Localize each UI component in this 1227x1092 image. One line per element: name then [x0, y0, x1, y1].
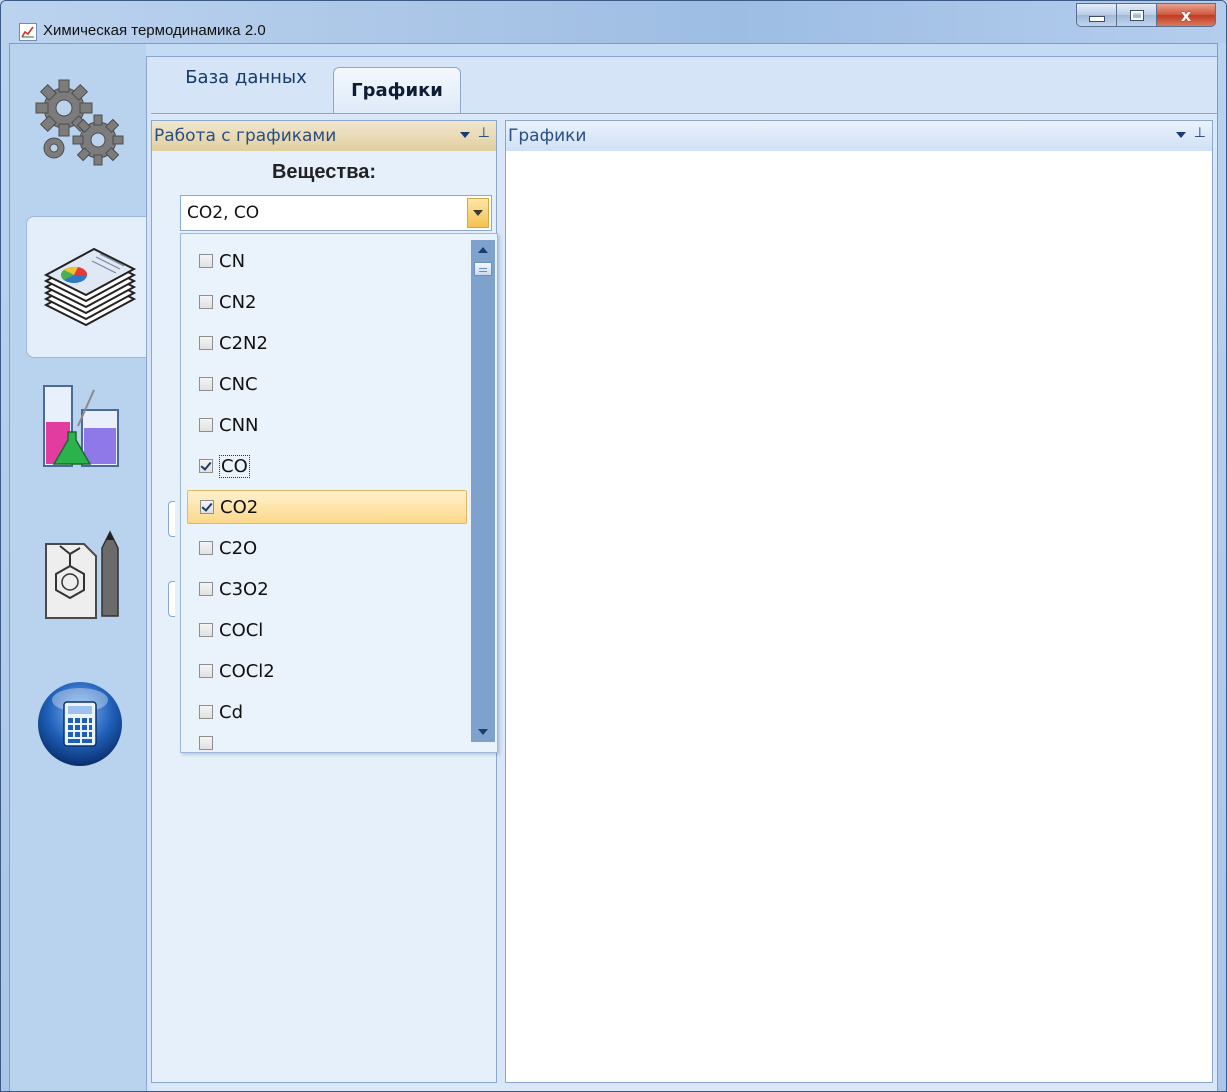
list-item-label: C3O2 — [219, 578, 269, 600]
list-item[interactable]: CO — [187, 449, 467, 483]
checkbox[interactable] — [199, 336, 213, 350]
window-title: Химическая термодинамика 2.0 — [43, 22, 266, 39]
molecule-pencil-icon — [45, 530, 119, 619]
chevron-down-icon — [473, 210, 483, 216]
list-item-label: CNN — [219, 414, 259, 436]
sidebar — [10, 44, 149, 1091]
list-item-label: CO2 — [220, 496, 259, 518]
charts-stack-icon — [43, 247, 137, 327]
tab-graphs-label: Графики — [351, 80, 443, 101]
list-item[interactable]: C2O — [187, 531, 467, 565]
list-item[interactable]: COCl2 — [187, 654, 467, 688]
checkbox[interactable] — [199, 705, 213, 719]
list-item-highlighted[interactable]: CO2 — [187, 490, 467, 524]
graphs-panel: Графики ⊥ — [505, 120, 1213, 1083]
sidebar-item-structure-editor[interactable] — [24, 512, 136, 632]
list-item[interactable]: Cd — [187, 695, 467, 729]
gears-icon — [35, 79, 124, 166]
substances-label: Вещества: — [271, 161, 377, 183]
checkbox[interactable] — [199, 254, 213, 268]
chevron-up-icon — [478, 247, 488, 253]
tab-database-label: База данных — [185, 66, 307, 88]
maximize-button[interactable] — [1116, 3, 1156, 27]
list-item[interactable]: CNC — [187, 367, 467, 401]
chevron-down-icon — [478, 729, 488, 735]
graphs-work-panel-header: Работа с графиками ⊥ — [152, 121, 496, 151]
checkbox[interactable] — [199, 623, 213, 637]
main-content: База данных Графики Работа с графиками ⊥… — [146, 56, 1217, 1091]
panel-menu-arrow-icon[interactable] — [1175, 132, 1186, 138]
checkbox[interactable] — [199, 377, 213, 391]
substances-dropdown-list[interactable]: CN CN2 C2N2 CNC CNN CO CO2 C2O C3O2 COCl… — [180, 233, 498, 753]
close-button[interactable]: x — [1156, 3, 1216, 27]
list-item-label: COCl2 — [219, 660, 275, 682]
sidebar-item-settings[interactable] — [24, 64, 136, 184]
scroll-up-button[interactable] — [471, 240, 495, 260]
dropdown-scrollbar[interactable] — [471, 240, 495, 742]
pin-icon[interactable]: ⊥ — [478, 126, 490, 140]
list-item[interactable]: COCl — [187, 613, 467, 647]
panel-title: Графики — [508, 126, 587, 146]
client-area: База данных Графики Работа с графиками ⊥… — [9, 43, 1218, 1091]
checkbox[interactable] — [199, 736, 213, 750]
sidebar-item-graphs[interactable] — [26, 216, 149, 358]
list-item[interactable]: CN — [187, 244, 467, 278]
list-item-partial[interactable] — [187, 736, 467, 750]
checkbox[interactable] — [199, 582, 213, 596]
checkbox-checked[interactable] — [200, 500, 214, 514]
list-item[interactable]: CN2 — [187, 285, 467, 319]
graphs-work-panel: Работа с графиками ⊥ Вещества: CO2, CO C… — [151, 120, 498, 1083]
sidebar-item-chemistry[interactable] — [24, 364, 136, 484]
hidden-control — [168, 501, 175, 537]
list-item-label: CNC — [219, 373, 258, 395]
list-item-label: C2N2 — [219, 332, 268, 354]
graphs-canvas[interactable] — [506, 151, 1212, 1082]
list-item-label: Cd — [219, 701, 243, 723]
calculator-icon — [38, 682, 122, 766]
checkbox[interactable] — [199, 541, 213, 555]
checkbox[interactable] — [199, 418, 213, 432]
list-item-label: C2O — [219, 537, 258, 559]
pin-icon[interactable]: ⊥ — [1194, 126, 1206, 140]
window-controls: x — [1076, 3, 1216, 29]
list-item[interactable]: C3O2 — [187, 572, 467, 606]
scroll-down-button[interactable] — [471, 722, 495, 742]
tab-database[interactable]: База данных — [177, 55, 315, 99]
beakers-icon — [43, 385, 119, 467]
substances-combobox[interactable]: CO2, CO — [180, 195, 492, 231]
minimize-icon — [1088, 16, 1105, 22]
title-bar[interactable]: Химическая термодинамика 2.0 x — [1, 1, 1226, 43]
list-item-label: CN2 — [219, 291, 257, 313]
panel-title: Работа с графиками — [154, 126, 337, 146]
list-item-label: CO — [219, 454, 250, 478]
list-item-label: COCl — [219, 619, 264, 641]
combobox-value: CO2, CO — [187, 203, 260, 223]
panel-menu-arrow-icon[interactable] — [459, 132, 470, 138]
combobox-dropdown-button[interactable] — [467, 198, 489, 228]
list-item-label: CN — [219, 250, 246, 272]
checkbox[interactable] — [199, 664, 213, 678]
graphs-panel-header: Графики ⊥ — [506, 121, 1212, 151]
list-item[interactable]: C2N2 — [187, 326, 467, 360]
tab-graphs[interactable]: Графики — [333, 67, 461, 113]
tab-body: Работа с графиками ⊥ Вещества: CO2, CO C… — [151, 113, 1217, 1091]
scroll-thumb[interactable] — [474, 262, 492, 276]
checkbox[interactable] — [199, 295, 213, 309]
list-item[interactable]: CNN — [187, 408, 467, 442]
app-icon[interactable] — [19, 23, 37, 41]
sidebar-item-calculator[interactable] — [24, 664, 136, 784]
minimize-button[interactable] — [1076, 3, 1116, 27]
checkbox-checked[interactable] — [199, 459, 213, 473]
maximize-icon — [1129, 9, 1144, 21]
hidden-control — [168, 581, 175, 617]
close-icon: x — [1180, 5, 1192, 25]
app-window: Химическая термодинамика 2.0 x База данн… — [0, 0, 1227, 1092]
